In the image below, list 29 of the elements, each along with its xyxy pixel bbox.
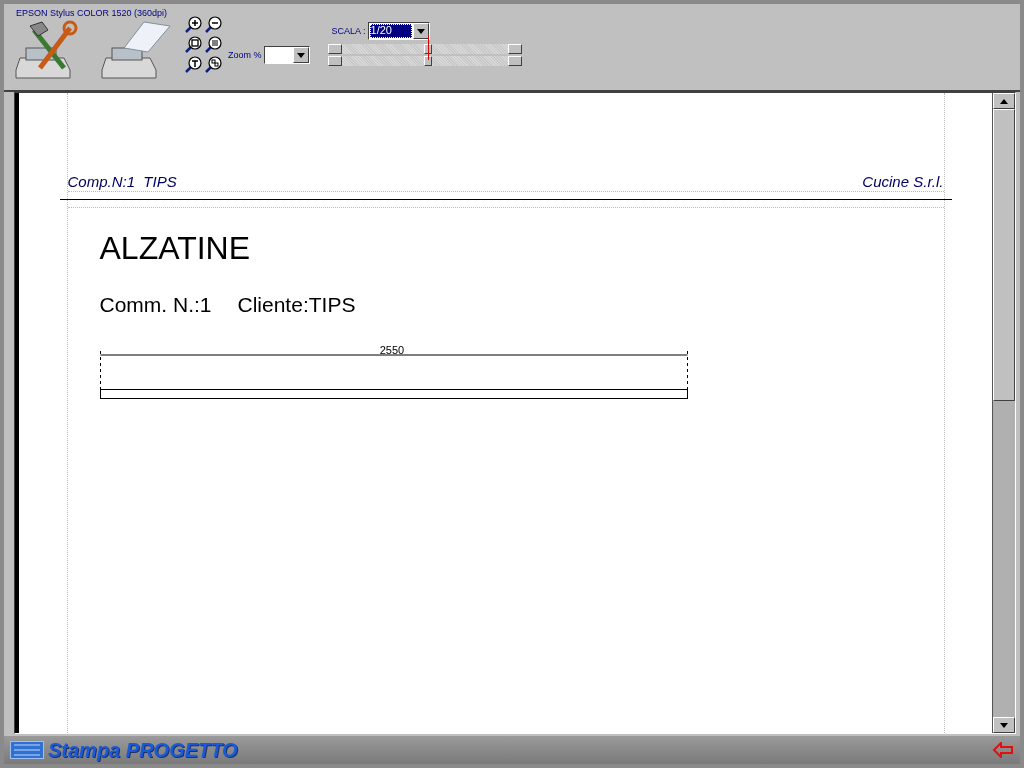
scale-slider[interactable] — [327, 44, 522, 54]
scale-slider[interactable] — [327, 56, 522, 66]
magnifier-icon[interactable] — [184, 16, 202, 34]
magnifier-icon[interactable] — [184, 36, 202, 54]
footer-title: Stampa PROGETTO — [48, 738, 238, 762]
down-arrow-icon[interactable] — [296, 52, 305, 58]
vertical-scrollbar[interactable] — [992, 93, 1015, 733]
down-arrow-icon[interactable] — [1000, 722, 1008, 728]
scale-marker — [427, 36, 429, 60]
zoom-dropdown[interactable] — [263, 46, 310, 64]
magnifier-icon[interactable] — [204, 36, 222, 54]
scale-dropdown[interactable]: 1/20 — [367, 22, 430, 40]
order-number: Comm. N.:1 — [99, 293, 212, 317]
logo-icon — [10, 741, 44, 759]
magnifier-icon[interactable] — [204, 56, 222, 74]
header-left: Comp.N:1 TIPS — [67, 173, 177, 190]
down-arrow-icon[interactable] — [416, 28, 425, 34]
printer-name: EPSON Stylus COLOR 1520 (360dpi) — [16, 8, 169, 18]
printer-paper-icon[interactable] — [100, 20, 172, 80]
dimension-value: 2550 — [379, 345, 404, 356]
slider-thumb[interactable] — [423, 56, 432, 66]
magnifier-icon[interactable] — [204, 16, 222, 34]
zoom-label: Zoom % — [228, 50, 262, 60]
magnifier-icon[interactable] — [184, 56, 202, 74]
header-right: Cucine S.r.l. — [862, 173, 944, 190]
up-arrow-icon[interactable] — [1000, 98, 1008, 104]
client-name: Cliente:TIPS — [237, 293, 356, 317]
scale-label: SCALA : — [331, 26, 366, 36]
document-title: ALZATINE — [99, 230, 252, 267]
